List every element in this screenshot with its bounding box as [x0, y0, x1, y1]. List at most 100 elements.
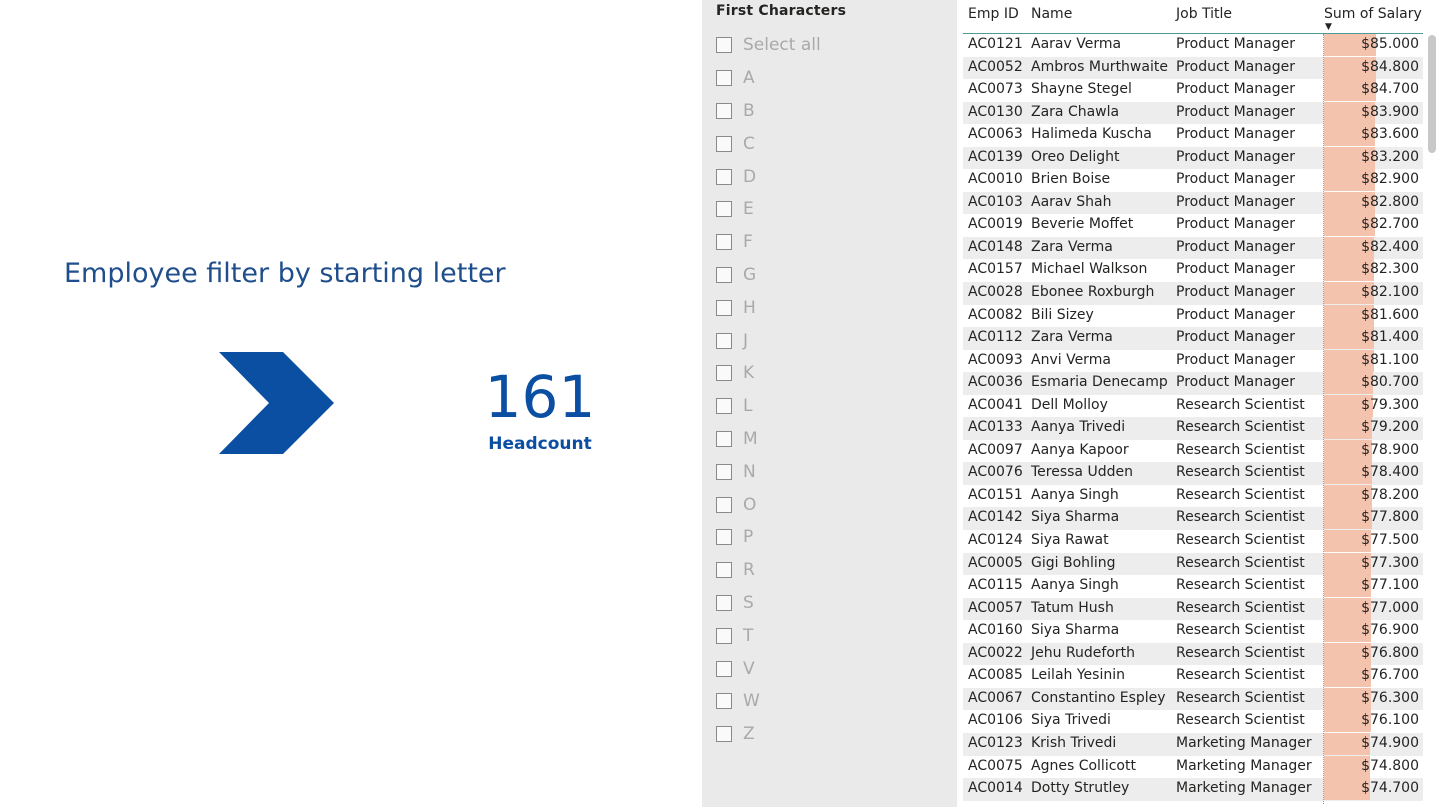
slicer-item-d[interactable]: D — [716, 160, 821, 193]
table-scrollbar[interactable] — [1428, 35, 1436, 153]
table-row[interactable]: AC0005 Gigi Bohling Research Scientist $77.… — [963, 552, 1423, 576]
checkbox[interactable] — [716, 627, 732, 644]
slicer-item-label: R — [743, 560, 755, 581]
checkbox[interactable] — [716, 266, 732, 283]
slicer-item-v[interactable]: V — [716, 652, 821, 685]
table-row[interactable]: AC0106 Siya Trivedi Research Scientist $76.… — [963, 710, 1423, 733]
table-row[interactable]: AC0076 Teressa Udden Research Scientist $78… — [963, 462, 1423, 485]
table-row[interactable]: AC0139 Oreo Delight Product Manager $83.200 — [963, 146, 1423, 170]
checkbox[interactable] — [716, 234, 732, 251]
table-row[interactable]: AC0115 Aanya Singh Research Scientist $77.1… — [963, 575, 1423, 598]
checkbox[interactable] — [716, 594, 732, 611]
slicer-item-z[interactable]: Z — [716, 718, 821, 751]
slicer-item-b[interactable]: B — [716, 95, 821, 128]
table-row[interactable]: AC0148 Zara Verma Product Manager $82.400 — [963, 236, 1423, 260]
table-row[interactable]: AC0093 Anvi Verma Product Manager $81.100 — [963, 349, 1423, 373]
slicer-item-select-all[interactable]: Select all — [716, 29, 821, 62]
column-header-emp-id[interactable]: Emp ID — [968, 6, 1019, 22]
slicer-item-l[interactable]: L — [716, 390, 821, 423]
slicer-item-k[interactable]: K — [716, 357, 821, 390]
table-row[interactable]: AC0063 Halimeda Kuscha Product Manager $83.… — [963, 124, 1423, 147]
slicer-item-j[interactable]: J — [716, 324, 821, 357]
checkbox[interactable] — [716, 660, 732, 677]
slicer-item-n[interactable]: N — [716, 455, 821, 488]
table-row[interactable]: AC0157 Michael Walkson Product Manager $82.… — [963, 259, 1423, 282]
job-title-cell: Research Scientist — [1176, 532, 1305, 549]
emp-id-cell: AC0057 — [968, 599, 1023, 616]
slicer-item-e[interactable]: E — [716, 193, 821, 226]
checkbox[interactable] — [716, 332, 732, 349]
salary-cell: $76.300 — [1361, 689, 1419, 706]
table-row[interactable]: AC0082 Bili Sizey Product Manager $81.600 — [963, 304, 1423, 328]
column-header-job-title[interactable]: Job Title — [1176, 6, 1232, 22]
checkbox[interactable] — [716, 726, 732, 743]
checkbox[interactable] — [716, 463, 732, 480]
slicer-item-a[interactable]: A — [716, 62, 821, 95]
job-title-cell: Product Manager — [1176, 36, 1295, 52]
checkbox[interactable] — [716, 299, 732, 316]
slicer-item-g[interactable]: G — [716, 259, 821, 292]
slicer-item-r[interactable]: R — [716, 554, 821, 587]
table-row[interactable]: AC0151 Aanya Singh Research Scientist $78.2… — [963, 484, 1423, 508]
checkbox[interactable] — [716, 398, 732, 415]
column-header-name[interactable]: Name — [1031, 6, 1072, 22]
checkbox[interactable] — [716, 496, 732, 513]
salary-cell: $76.800 — [1361, 644, 1419, 661]
emp-id-cell: AC0103 — [968, 193, 1023, 210]
slicer-item-c[interactable]: C — [716, 127, 821, 160]
table-row[interactable]: AC0085 Leilah Yesinin Research Scientist $7… — [963, 665, 1423, 688]
table-row[interactable]: AC0103 Aarav Shah Product Manager $82.800 — [963, 191, 1423, 215]
slicer-item-m[interactable]: M — [716, 423, 821, 456]
slicer-item-w[interactable]: W — [716, 685, 821, 718]
table-row[interactable]: AC0130 Zara Chawla Product Manager $83.900 — [963, 101, 1423, 125]
table-row[interactable]: AC0022 Jehu Rudeforth Research Scientist $7… — [963, 642, 1423, 666]
slicer-item-t[interactable]: T — [716, 619, 821, 652]
checkbox[interactable] — [716, 430, 732, 447]
table-row[interactable]: AC0133 Aanya Trivedi Research Scientist $79… — [963, 417, 1423, 440]
checkbox[interactable] — [716, 168, 732, 185]
table-row[interactable]: AC0036 Esmaria Denecamp Product Manager $80… — [963, 372, 1423, 395]
slicer-item-s[interactable]: S — [716, 587, 821, 620]
table-row[interactable]: AC0010 Brien Boise Product Manager $82.900 — [963, 169, 1423, 192]
checkbox[interactable] — [716, 102, 732, 119]
salary-cell: $83.200 — [1361, 148, 1419, 165]
table-row[interactable]: AC0057 Tatum Hush Research Scientist $77.00… — [963, 597, 1423, 621]
table-row[interactable]: AC0073 Shayne Stegel Product Manager $84.70… — [963, 79, 1423, 102]
slicer-item-o[interactable]: O — [716, 488, 821, 521]
table-row[interactable]: AC0028 Ebonee Roxburgh Product Manager $82.… — [963, 282, 1423, 305]
checkbox[interactable] — [716, 529, 732, 546]
sort-descending-icon[interactable]: ▼ — [1325, 22, 1332, 32]
checkbox[interactable] — [716, 693, 732, 710]
table-row[interactable]: AC0019 Beverie Moffet Product Manager $82.7… — [963, 214, 1423, 237]
salary-cell: $81.100 — [1361, 351, 1419, 368]
table-row[interactable]: AC0041 Dell Molloy Research Scientist $79.3… — [963, 394, 1423, 418]
table-row[interactable]: AC0142 Siya Sharma Research Scientist $77.8… — [963, 507, 1423, 531]
slicer-item-label: O — [743, 494, 757, 515]
table-row[interactable]: AC0067 Constantino Espley Research Scienti… — [963, 687, 1423, 711]
salary-cell: $78.200 — [1361, 486, 1419, 503]
slicer-item-h[interactable]: H — [716, 291, 821, 324]
checkbox[interactable] — [716, 135, 732, 152]
table-row[interactable]: AC0160 Siya Sharma Research Scientist $76.9… — [963, 620, 1423, 643]
checkbox[interactable] — [716, 37, 732, 54]
table-row[interactable]: AC0097 Aanya Kapoor Research Scientist $78.… — [963, 439, 1423, 463]
slicer-item-f[interactable]: F — [716, 226, 821, 259]
slicer-item-p[interactable]: P — [716, 521, 821, 554]
job-title-cell: Product Manager — [1176, 171, 1295, 188]
table-row[interactable]: AC0123 Krish Trivedi Marketing Manager $74.… — [963, 732, 1423, 756]
checkbox[interactable] — [716, 70, 732, 87]
table-row[interactable]: AC0124 Siya Rawat Research Scientist $77.50… — [963, 530, 1423, 553]
table-row[interactable]: AC0014 Dotty Strutley Marketing Manager $74… — [963, 778, 1423, 801]
chevron-right-icon — [219, 352, 334, 454]
name-cell: Zara Verma — [1031, 238, 1113, 255]
checkbox[interactable] — [716, 365, 732, 382]
salary-cell: $81.600 — [1361, 306, 1419, 323]
table-row[interactable]: AC0121 Aarav Verma Product Manager $85.000 — [963, 34, 1423, 57]
table-row[interactable]: AC0052 Ambros Murthwaite Product Manager $8… — [963, 56, 1423, 80]
table-row[interactable]: AC0112 Zara Verma Product Manager $81.400 — [963, 327, 1423, 350]
column-header-sum-of-salary[interactable]: Sum of Salary — [1324, 6, 1422, 22]
table-row[interactable]: AC0075 Agnes Collicott Marketing Manager $7… — [963, 755, 1423, 779]
checkbox[interactable] — [716, 562, 732, 579]
checkbox[interactable] — [716, 201, 732, 218]
salary-cell: $84.700 — [1361, 81, 1419, 98]
